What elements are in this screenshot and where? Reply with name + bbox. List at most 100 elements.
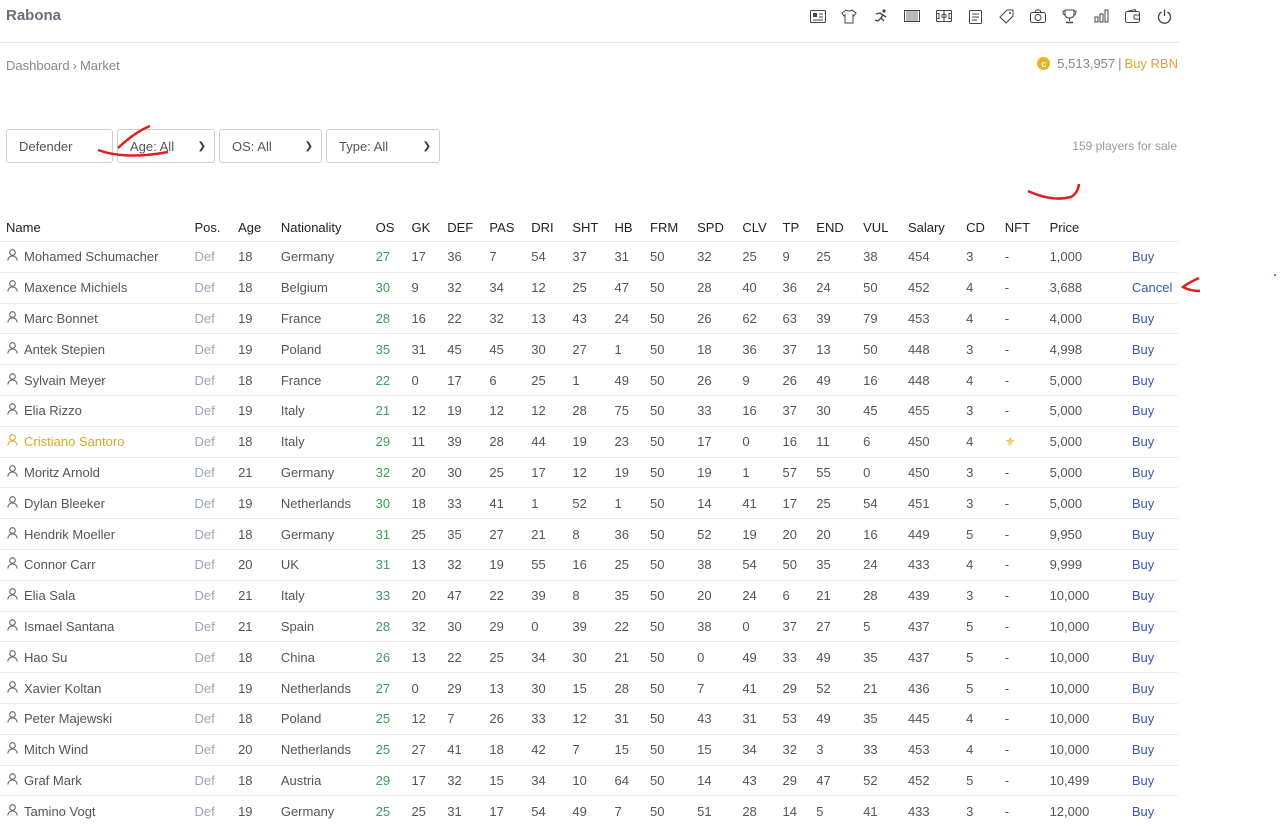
column-header-nft[interactable]: NFT [999, 214, 1044, 242]
column-header-os[interactable]: OS [370, 214, 406, 242]
player-name[interactable]: Ismael Santana [24, 619, 114, 634]
player-name[interactable]: Hao Su [24, 650, 67, 665]
buy-button[interactable]: Buy [1120, 519, 1178, 550]
player-name-cell[interactable]: Maxence Michiels [0, 272, 188, 303]
player-name[interactable]: Tamino Vogt [24, 804, 96, 819]
vul-cell: 5 [857, 611, 902, 642]
player-name[interactable]: Maxence Michiels [24, 280, 127, 295]
player-name-cell[interactable]: Hao Su [0, 642, 188, 673]
buy-button[interactable]: Buy [1120, 611, 1178, 642]
column-header-def[interactable]: DEF [441, 214, 483, 242]
clipboard-icon[interactable] [960, 6, 992, 26]
dashboard-icon[interactable] [1023, 6, 1055, 26]
player-name[interactable]: Cristiano Santoro [24, 434, 124, 449]
player-name[interactable]: Moritz Arnold [24, 465, 100, 480]
player-name[interactable]: Hendrik Moeller [24, 527, 115, 542]
column-header-cd[interactable]: CD [960, 214, 999, 242]
player-name[interactable]: Antek Stepien [24, 342, 105, 357]
column-header-frm[interactable]: FRM [644, 214, 691, 242]
player-name-cell[interactable]: Elia Sala [0, 580, 188, 611]
buy-button[interactable]: Buy [1120, 549, 1178, 580]
buy-button[interactable]: Buy [1120, 580, 1178, 611]
player-name-cell[interactable]: Tamino Vogt [0, 796, 188, 826]
player-name[interactable]: Marc Bonnet [24, 311, 98, 326]
player-name[interactable]: Peter Majewski [24, 711, 112, 726]
buy-button[interactable]: Buy [1120, 642, 1178, 673]
buy-button[interactable]: Buy [1120, 303, 1178, 334]
buy-button[interactable]: Buy [1120, 457, 1178, 488]
player-name[interactable]: Mitch Wind [24, 742, 88, 757]
os-filter[interactable]: OS: All ❯ [219, 129, 322, 163]
power-icon[interactable] [1149, 6, 1181, 26]
player-name-cell[interactable]: Marc Bonnet [0, 303, 188, 334]
tag-icon[interactable] [991, 6, 1023, 26]
stadium-icon[interactable] [897, 6, 929, 26]
column-header-end[interactable]: END [810, 214, 857, 242]
column-header-hb[interactable]: HB [608, 214, 644, 242]
player-name-cell[interactable]: Peter Majewski [0, 703, 188, 734]
buy-button[interactable]: Buy [1120, 765, 1178, 796]
def-cell: 36 [441, 242, 483, 273]
buy-button[interactable]: Buy [1120, 734, 1178, 765]
column-header-tp[interactable]: TP [777, 214, 811, 242]
column-header-name[interactable]: Name [0, 214, 188, 242]
player-name-cell[interactable]: Hendrik Moeller [0, 519, 188, 550]
field-icon[interactable] [928, 6, 960, 26]
column-header-dri[interactable]: DRI [525, 214, 566, 242]
bar-chart-icon[interactable] [1086, 6, 1118, 26]
column-header-clv[interactable]: CLV [736, 214, 776, 242]
buy-button[interactable]: Buy [1120, 365, 1178, 396]
wallet-icon[interactable] [1117, 6, 1149, 26]
player-name-cell[interactable]: Ismael Santana [0, 611, 188, 642]
runner-icon[interactable] [865, 6, 897, 26]
age-filter[interactable]: Age: All ❯ [117, 129, 215, 163]
player-name[interactable]: Connor Carr [24, 557, 96, 572]
position-filter[interactable]: Defender [6, 129, 113, 163]
player-name[interactable]: Elia Sala [24, 588, 75, 603]
player-name[interactable]: Dylan Bleeker [24, 496, 105, 511]
buy-button[interactable]: Buy [1120, 334, 1178, 365]
column-header-vul[interactable]: VUL [857, 214, 902, 242]
player-name-cell[interactable]: Mohamed Schumacher [0, 242, 188, 273]
buy-button[interactable]: Buy [1120, 426, 1178, 457]
player-name[interactable]: Elia Rizzo [24, 403, 82, 418]
buy-button[interactable]: Buy [1120, 395, 1178, 426]
player-name[interactable]: Graf Mark [24, 773, 82, 788]
column-header-spd[interactable]: SPD [691, 214, 736, 242]
player-name[interactable]: Sylvain Meyer [24, 373, 106, 388]
cancel-button[interactable]: Cancel [1120, 272, 1178, 303]
buy-button[interactable]: Buy [1120, 242, 1178, 273]
player-name-cell[interactable]: Mitch Wind [0, 734, 188, 765]
id-card-icon[interactable] [802, 6, 834, 26]
column-header-age[interactable]: Age [232, 214, 275, 242]
player-name-cell[interactable]: Graf Mark [0, 765, 188, 796]
player-name-cell[interactable]: Xavier Koltan [0, 673, 188, 704]
column-header-sht[interactable]: SHT [566, 214, 608, 242]
buy-rbn-link[interactable]: Buy RBN [1125, 56, 1178, 71]
shirt-icon[interactable] [834, 6, 866, 26]
buy-button[interactable]: Buy [1120, 703, 1178, 734]
column-header-pas[interactable]: PAS [483, 214, 525, 242]
player-name-cell[interactable]: Moritz Arnold [0, 457, 188, 488]
nat-cell: UK [275, 549, 370, 580]
trophy-icon[interactable] [1054, 6, 1086, 26]
buy-button[interactable]: Buy [1120, 673, 1178, 704]
buy-button[interactable]: Buy [1120, 796, 1178, 826]
buy-button[interactable]: Buy [1120, 488, 1178, 519]
column-header-gk[interactable]: GK [405, 214, 441, 242]
column-header-salary[interactable]: Salary [902, 214, 960, 242]
player-name-cell[interactable]: Antek Stepien [0, 334, 188, 365]
column-header-price[interactable]: Price [1044, 214, 1120, 242]
player-name-cell[interactable]: Connor Carr [0, 549, 188, 580]
player-name-cell[interactable]: Sylvain Meyer [0, 365, 188, 396]
player-name-cell[interactable]: Dylan Bleeker [0, 488, 188, 519]
player-name[interactable]: Mohamed Schumacher [24, 249, 158, 264]
brand-logo[interactable]: Rabona [6, 7, 61, 24]
type-filter[interactable]: Type: All ❯ [326, 129, 440, 163]
player-name[interactable]: Xavier Koltan [24, 681, 101, 696]
column-header-pos[interactable]: Pos. [188, 214, 232, 242]
column-header-nationality[interactable]: Nationality [275, 214, 370, 242]
player-name-cell[interactable]: Elia Rizzo [0, 395, 188, 426]
player-name-cell[interactable]: Cristiano Santoro [0, 426, 188, 457]
breadcrumb-dashboard[interactable]: Dashboard [6, 58, 70, 73]
